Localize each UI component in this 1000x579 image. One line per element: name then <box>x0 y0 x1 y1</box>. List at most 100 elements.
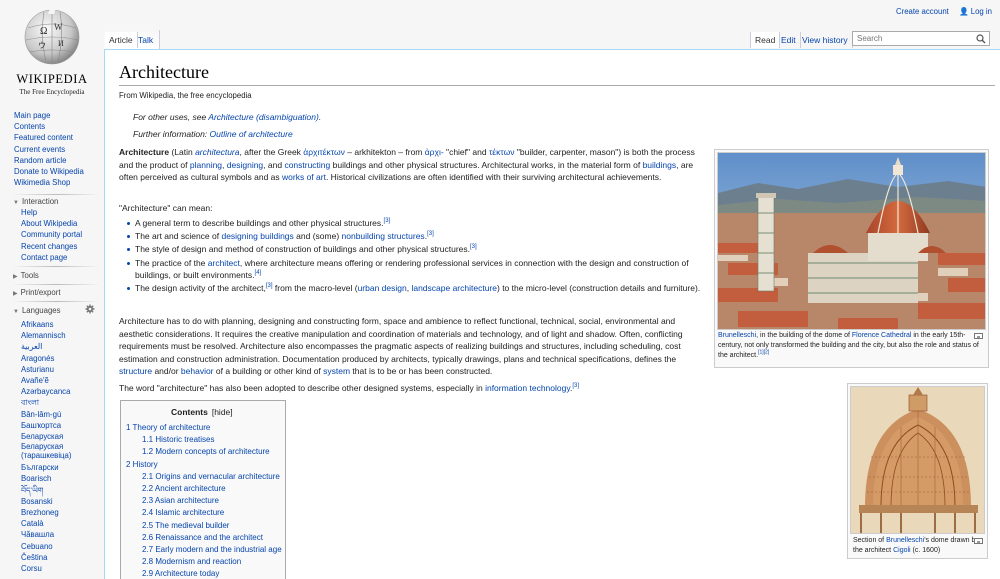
lang-link[interactable]: Alemannisch <box>21 330 91 341</box>
constructing-link[interactable]: constructing <box>284 160 330 170</box>
toc-item[interactable]: 2.4 Islamic architecture <box>126 507 282 519</box>
gear-icon[interactable] <box>85 304 95 314</box>
enlarge-icon[interactable] <box>974 538 983 544</box>
citation-link[interactable]: [1][2] <box>758 350 769 356</box>
greek-link[interactable]: τέκτων <box>489 147 515 157</box>
interaction-header[interactable]: ▼ Interaction <box>13 197 58 206</box>
lang-link[interactable]: Català <box>21 518 91 529</box>
information-technology-link[interactable]: information technology <box>485 383 570 393</box>
toc-item[interactable]: 2.7 Early modern and the industrial age <box>126 544 282 556</box>
citation-link[interactable]: [3] <box>384 218 391 224</box>
enlarge-icon[interactable] <box>974 333 983 339</box>
dome-section-drawing[interactable] <box>850 386 985 534</box>
lang-link[interactable]: العربية <box>21 341 91 352</box>
system-link[interactable]: system <box>323 366 350 376</box>
lang-link[interactable]: Башҡортса <box>21 420 91 431</box>
lang-link[interactable]: Чӑвашла <box>21 529 91 540</box>
latin-link[interactable]: architectura <box>195 147 239 157</box>
architect-link[interactable]: architect <box>208 258 240 268</box>
nav-wikimedia-shop[interactable]: Wikimedia Shop <box>14 177 84 188</box>
toc-item[interactable]: 2.3 Asian architecture <box>126 495 282 507</box>
lang-link[interactable]: Cebuano <box>21 541 91 552</box>
lang-link[interactable]: Български <box>21 462 91 473</box>
nav-help[interactable]: Help <box>21 207 82 218</box>
nav-recent-changes[interactable]: Recent changes <box>21 241 82 252</box>
toc-item[interactable]: 2.8 Modernism and reaction <box>126 556 282 568</box>
landscape-architecture-link[interactable]: landscape architecture <box>411 283 497 293</box>
lang-link[interactable]: Беларуская <box>21 431 91 442</box>
lang-link[interactable]: Azərbaycanca <box>21 386 91 397</box>
nonbuilding-structures-link[interactable]: nonbuilding structures <box>342 231 425 241</box>
search-input[interactable] <box>853 32 973 45</box>
lang-link[interactable]: Afrikaans <box>21 319 91 330</box>
tab-article[interactable]: Article <box>105 32 138 48</box>
florence-cathedral-link[interactable]: Florence Cathedral <box>852 332 912 339</box>
greek-link[interactable]: ἀρχιτέκτων <box>303 147 345 157</box>
nav-about[interactable]: About Wikipedia <box>21 218 82 229</box>
lang-link[interactable]: Čeština <box>21 552 91 563</box>
create-account-link[interactable]: Create account <box>896 7 949 16</box>
lang-link[interactable]: བོད་ཡིག <box>21 485 91 496</box>
nav-donate[interactable]: Donate to Wikipedia <box>14 166 84 177</box>
toc-item[interactable]: 1.2 Modern concepts of architecture <box>126 446 282 458</box>
tab-talk[interactable]: Talk <box>134 32 157 48</box>
tab-read[interactable]: Read <box>750 32 781 48</box>
toc-hide-toggle[interactable]: [hide] <box>212 407 233 417</box>
toc-item[interactable]: 2 History <box>126 459 282 471</box>
citation-link[interactable]: [3] <box>427 231 434 237</box>
nav-community-portal[interactable]: Community portal <box>21 229 82 240</box>
citation-link[interactable]: [3] <box>266 284 273 290</box>
search-icon[interactable] <box>976 34 986 44</box>
lang-link[interactable]: বাংলা <box>21 397 91 408</box>
print-export-header[interactable]: ▶ Print/export <box>13 288 61 297</box>
lang-link[interactable]: Brezhoneg <box>21 507 91 518</box>
nav-random-article[interactable]: Random article <box>14 155 84 166</box>
toc-item[interactable]: 2.1 Origins and vernacular architecture <box>126 471 282 483</box>
designing-link[interactable]: designing <box>221 231 257 241</box>
toc-item[interactable]: 1.1 Historic treatises <box>126 434 282 446</box>
text: A general term to describe buildings and… <box>135 218 384 228</box>
lang-link[interactable]: Asturianu <box>21 364 91 375</box>
nav-contact-page[interactable]: Contact page <box>21 252 82 263</box>
lang-link[interactable]: Aragonés <box>21 353 91 364</box>
text: Architecture has to do with planning, de… <box>119 316 683 364</box>
toc-item[interactable]: 2.5 The medieval builder <box>126 520 282 532</box>
buildings-link[interactable]: buildings <box>643 160 677 170</box>
structure-link[interactable]: structure <box>119 366 152 376</box>
lang-link[interactable]: Bân-lâm-gú <box>21 409 91 420</box>
disambiguation-link[interactable]: Architecture (disambiguation) <box>208 112 319 122</box>
citation-link[interactable]: [4] <box>255 270 262 276</box>
tools-header[interactable]: ▶ Tools <box>13 271 39 280</box>
urban-design-link[interactable]: urban design <box>358 283 407 293</box>
lang-link[interactable]: Avañe'ẽ <box>21 375 91 386</box>
brunelleschi-link[interactable]: Brunelleschi <box>718 332 756 339</box>
planning-link[interactable]: planning <box>190 160 222 170</box>
behavior-link[interactable]: behavior <box>181 366 214 376</box>
lang-link[interactable]: Беларуская (тарашкевіца) <box>21 442 91 460</box>
login-link[interactable]: Log in <box>971 7 992 16</box>
outline-link[interactable]: Outline of architecture <box>210 129 293 139</box>
languages-header[interactable]: ▼ Languages <box>13 306 61 315</box>
nav-current-events[interactable]: Current events <box>14 144 84 155</box>
lang-link[interactable]: Boarisch <box>21 473 91 484</box>
brunelleschi-link[interactable]: Brunelleschi <box>886 537 924 544</box>
citation-link[interactable]: [3] <box>470 245 477 251</box>
lang-link[interactable]: Corsu <box>21 563 91 574</box>
florence-cathedral-photo[interactable] <box>717 152 986 330</box>
cigoli-link[interactable]: Cigoli <box>893 547 911 554</box>
nav-featured-content[interactable]: Featured content <box>14 132 84 143</box>
works-of-art-link[interactable]: works of art <box>282 172 326 182</box>
toc-item[interactable]: 2.6 Renaissance and the architect <box>126 532 282 544</box>
toc-item[interactable]: 2.9 Architecture today <box>126 568 282 579</box>
buildings-link[interactable]: buildings <box>260 231 294 241</box>
designing-link[interactable]: designing <box>227 160 263 170</box>
list-item: The style of design and method of constr… <box>127 243 702 256</box>
citation-link[interactable]: [3] <box>572 383 579 389</box>
nav-contents[interactable]: Contents <box>14 121 84 132</box>
toc-item[interactable]: 1 Theory of architecture <box>126 422 282 434</box>
tab-view-history[interactable]: View history <box>798 32 853 48</box>
greek-link[interactable]: ἀρχι- <box>425 147 444 157</box>
toc-item[interactable]: 2.2 Ancient architecture <box>126 483 282 495</box>
lang-link[interactable]: Bosanski <box>21 496 91 507</box>
nav-main-page[interactable]: Main page <box>14 110 84 121</box>
